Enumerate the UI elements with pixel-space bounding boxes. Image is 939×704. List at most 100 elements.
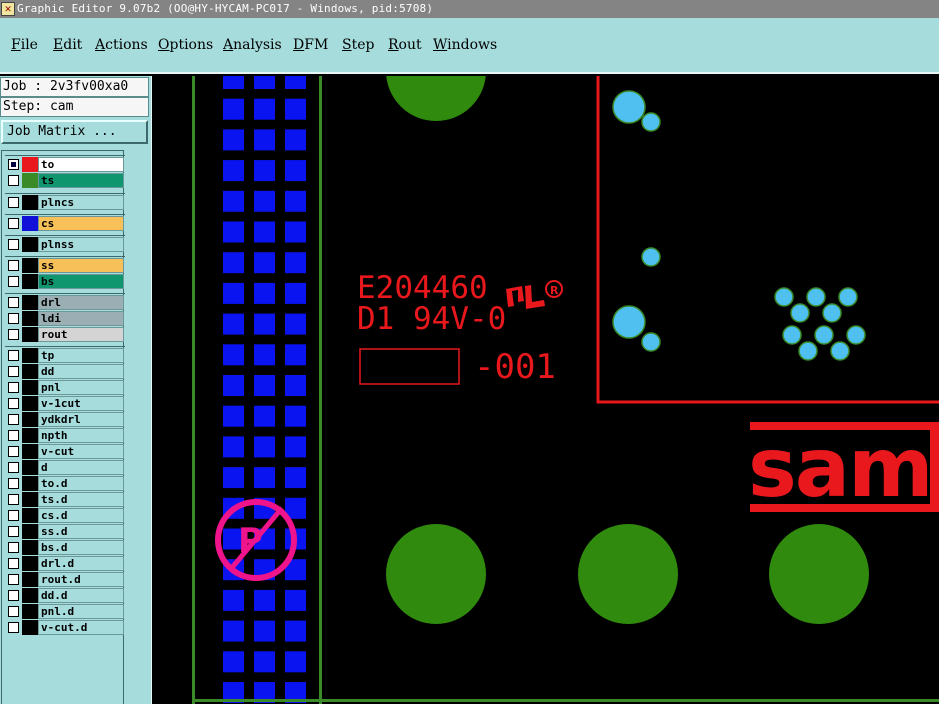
layer-row-rout-d[interactable]: rout.d — [5, 572, 124, 587]
layer-color-swatch[interactable] — [22, 444, 38, 459]
layer-color-swatch[interactable] — [22, 327, 38, 342]
layer-row-v-cut[interactable]: v-cut — [5, 444, 124, 459]
layer-color-swatch[interactable] — [22, 572, 38, 587]
layer-name[interactable]: to.d — [38, 476, 124, 491]
layer-checkbox[interactable] — [8, 398, 19, 409]
layer-checkbox[interactable] — [8, 350, 19, 361]
menu-analysis[interactable]: Analysis — [223, 37, 282, 53]
layer-name[interactable]: v-cut — [38, 444, 124, 459]
menu-step[interactable]: Step — [342, 37, 374, 53]
layer-color-swatch[interactable] — [22, 460, 38, 475]
layer-name[interactable]: ss.d — [38, 524, 124, 539]
layer-color-swatch[interactable] — [22, 274, 38, 289]
layer-name[interactable]: v-1cut — [38, 396, 124, 411]
layer-color-swatch[interactable] — [22, 508, 38, 523]
menu-dfm[interactable]: DFM — [293, 37, 328, 53]
layer-row-v-cut-d[interactable]: v-cut.d — [5, 620, 124, 635]
layer-checkbox[interactable] — [8, 478, 19, 489]
layer-color-swatch[interactable] — [22, 311, 38, 326]
layer-checkbox[interactable] — [8, 313, 19, 324]
layer-color-swatch[interactable] — [22, 588, 38, 603]
layer-checkbox[interactable] — [8, 574, 19, 585]
layer-checkbox[interactable] — [8, 197, 19, 208]
layer-name[interactable]: cs — [38, 216, 124, 231]
layer-color-swatch[interactable] — [22, 195, 38, 210]
menu-windows[interactable]: Windows — [433, 37, 497, 53]
layer-row-ydkdrl[interactable]: ydkdrl — [5, 412, 124, 427]
layer-color-swatch[interactable] — [22, 604, 38, 619]
layer-row-bs[interactable]: bs — [5, 274, 124, 289]
layer-name[interactable]: bs.d — [38, 540, 124, 555]
layer-name[interactable]: drl — [38, 295, 124, 310]
layer-color-swatch[interactable] — [22, 428, 38, 443]
layer-name[interactable]: dd.d — [38, 588, 124, 603]
menu-edit[interactable]: Edit — [53, 37, 82, 53]
layer-row-dd-d[interactable]: dd.d — [5, 588, 124, 603]
layer-checkbox[interactable] — [8, 526, 19, 537]
layer-row-ts[interactable]: ts — [5, 173, 124, 188]
layer-name[interactable]: rout.d — [38, 572, 124, 587]
layer-row-dd[interactable]: dd — [5, 364, 124, 379]
layer-name[interactable]: v-cut.d — [38, 620, 124, 635]
layer-checkbox[interactable] — [8, 239, 19, 250]
layer-checkbox[interactable] — [8, 175, 19, 186]
layer-color-swatch[interactable] — [22, 556, 38, 571]
layer-row-to[interactable]: to — [5, 155, 125, 172]
menu-actions[interactable]: Actions — [95, 37, 148, 53]
menu-options[interactable]: Options — [158, 37, 213, 53]
layer-name[interactable]: bs — [38, 274, 124, 289]
layer-checkbox[interactable] — [8, 622, 19, 633]
layer-checkbox[interactable] — [8, 542, 19, 553]
layer-name[interactable]: plnss — [38, 237, 124, 252]
layer-name[interactable]: pnl — [38, 380, 124, 395]
layer-checkbox[interactable] — [8, 446, 19, 457]
layer-name[interactable]: ldi — [38, 311, 124, 326]
layer-checkbox[interactable] — [8, 329, 19, 340]
layer-name[interactable]: plncs — [38, 195, 124, 210]
layer-name[interactable]: npth — [38, 428, 124, 443]
layer-row-d[interactable]: d — [5, 460, 124, 475]
layer-color-swatch[interactable] — [22, 412, 38, 427]
layer-color-swatch[interactable] — [22, 157, 38, 172]
layer-color-swatch[interactable] — [22, 295, 38, 310]
layer-row-ldi[interactable]: ldi — [5, 311, 124, 326]
layer-color-swatch[interactable] — [22, 396, 38, 411]
layer-color-swatch[interactable] — [22, 540, 38, 555]
layer-row-plncs[interactable]: plncs — [5, 193, 125, 210]
graphic-canvas[interactable]: E204460 D1 94V-0 -001 R sam P — [151, 76, 939, 704]
layer-checkbox[interactable] — [8, 558, 19, 569]
layer-color-swatch[interactable] — [22, 492, 38, 507]
layer-name[interactable]: dd — [38, 364, 124, 379]
layer-row-tp[interactable]: tp — [5, 346, 125, 363]
layer-row-ss-d[interactable]: ss.d — [5, 524, 124, 539]
layer-color-swatch[interactable] — [22, 216, 38, 231]
layer-name[interactable]: drl.d — [38, 556, 124, 571]
layer-row-pnl-d[interactable]: pnl.d — [5, 604, 124, 619]
layer-row-to-d[interactable]: to.d — [5, 476, 124, 491]
layer-checkbox[interactable] — [8, 382, 19, 393]
layer-checkbox[interactable] — [8, 218, 19, 229]
layer-name[interactable]: to — [38, 157, 124, 172]
layer-checkbox[interactable] — [8, 430, 19, 441]
layer-row-ss[interactable]: ss — [5, 256, 125, 273]
layer-name[interactable]: ts — [38, 173, 124, 188]
layer-checkbox[interactable] — [8, 494, 19, 505]
layer-checkbox[interactable] — [8, 462, 19, 473]
layer-color-swatch[interactable] — [22, 237, 38, 252]
layer-checkbox[interactable] — [8, 590, 19, 601]
menu-file[interactable]: File — [11, 37, 38, 53]
layer-checkbox[interactable] — [8, 366, 19, 377]
layer-checkbox[interactable] — [8, 260, 19, 271]
layer-color-swatch[interactable] — [22, 380, 38, 395]
layer-row-bs-d[interactable]: bs.d — [5, 540, 124, 555]
layer-color-swatch[interactable] — [22, 364, 38, 379]
layer-row-rout[interactable]: rout — [5, 327, 124, 342]
menu-rout[interactable]: Rout — [388, 37, 422, 53]
layer-row-drl[interactable]: drl — [5, 293, 125, 310]
layer-color-swatch[interactable] — [22, 173, 38, 188]
layer-checkbox[interactable] — [8, 606, 19, 617]
job-matrix-button[interactable]: Job Matrix ... — [1, 120, 148, 144]
layer-row-drl-d[interactable]: drl.d — [5, 556, 124, 571]
layer-row-cs-d[interactable]: cs.d — [5, 508, 124, 523]
layer-row-plnss[interactable]: plnss — [5, 235, 125, 252]
